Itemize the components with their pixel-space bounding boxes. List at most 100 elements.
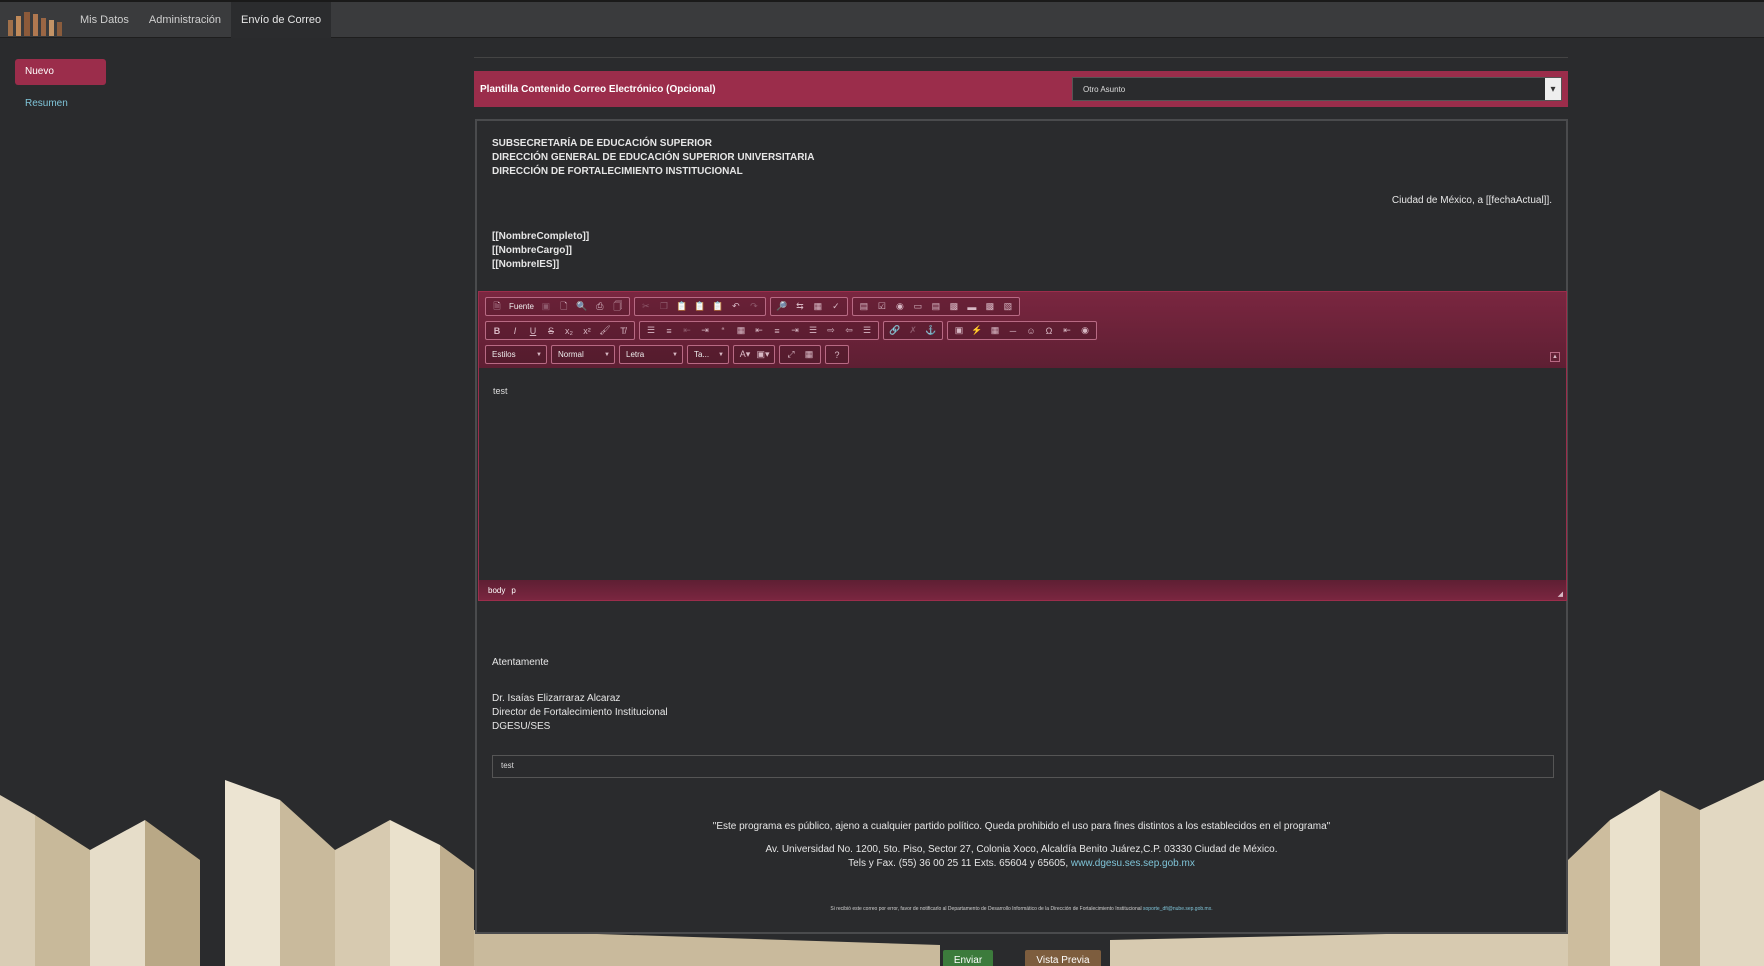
path-element[interactable]: body: [488, 586, 505, 595]
select-field-icon[interactable]: ▩: [945, 298, 963, 315]
sidebar-item-resumen[interactable]: Resumen: [15, 91, 106, 117]
textarea-icon[interactable]: ▤: [927, 298, 945, 315]
underline-icon[interactable]: U: [524, 322, 542, 339]
blockquote-icon[interactable]: “: [714, 322, 732, 339]
nav-envio-correo[interactable]: Envío de Correo: [231, 1, 332, 38]
select-all-icon[interactable]: ▦: [809, 298, 827, 315]
toolbar-group-paragraph: ☰ ≡ ⇤ ⇥ “ ▦ ⇤ ≡ ⇥ ☰ ⇨ ⇦ ☰: [639, 321, 879, 340]
bulleted-list-icon[interactable]: ≡: [660, 322, 678, 339]
checkbox-icon[interactable]: ☑: [873, 298, 891, 315]
align-center-icon[interactable]: ≡: [768, 322, 786, 339]
header-line: DIRECCIÓN DE FORTALECIMIENTO INSTITUCION…: [492, 166, 743, 177]
italic-icon[interactable]: I: [506, 322, 524, 339]
resize-grip-icon[interactable]: ◢: [1558, 590, 1563, 598]
font-button[interactable]: Fuente: [506, 302, 537, 311]
maximize-icon[interactable]: ⤢: [782, 346, 800, 363]
replace-icon[interactable]: ⇆: [791, 298, 809, 315]
justify-icon[interactable]: ☰: [804, 322, 822, 339]
link-icon[interactable]: 🔗: [886, 322, 904, 339]
cut-icon[interactable]: ✂: [637, 298, 655, 315]
hidden-field-icon[interactable]: ▧: [999, 298, 1017, 315]
spellcheck-icon[interactable]: ✓: [827, 298, 845, 315]
header-line: SUBSECRETARÍA DE EDUCACIÓN SUPERIOR: [492, 138, 713, 149]
signature-block: Dr. Isaías Elizarraraz Alcaraz Director …: [492, 692, 668, 734]
show-blocks-icon[interactable]: ▦: [800, 346, 818, 363]
paste-icon[interactable]: 📋: [673, 298, 691, 315]
flash-icon[interactable]: ⚡: [968, 322, 986, 339]
editor-toolbar: 🗎 Fuente ▣ 🗋 🔍 ⎙ 🗍 ✂ ❐ 📋 📋 📋 ↶ ↷ 🔎 ⇆ ▦ ✓…: [479, 292, 1566, 368]
undo-icon[interactable]: ↶: [727, 298, 745, 315]
rtl-icon[interactable]: ⇦: [840, 322, 858, 339]
format-combo[interactable]: Normal ▼: [551, 345, 615, 364]
copy-icon[interactable]: ❐: [655, 298, 673, 315]
copy-format-icon[interactable]: 🖌: [596, 322, 614, 339]
numbered-list-icon[interactable]: ☰: [642, 322, 660, 339]
editor-content[interactable]: test: [479, 368, 1566, 580]
ltr-icon[interactable]: ⇨: [822, 322, 840, 339]
subscript-icon[interactable]: x₂: [560, 322, 578, 339]
special-char-icon[interactable]: Ω: [1040, 322, 1058, 339]
font-combo[interactable]: Letra ▼: [619, 345, 683, 364]
collapse-toolbar-icon[interactable]: ▲: [1550, 352, 1560, 362]
image-button-icon[interactable]: ▩: [981, 298, 999, 315]
find-icon[interactable]: 🔎: [773, 298, 791, 315]
text-color-icon[interactable]: A▾: [736, 346, 754, 363]
paste-text-icon[interactable]: 📋: [691, 298, 709, 315]
nav-administracion[interactable]: Administración: [139, 2, 231, 38]
print-icon[interactable]: ⎙: [591, 298, 609, 315]
size-combo[interactable]: Ta... ▼: [687, 345, 729, 364]
form-icon[interactable]: ▤: [855, 298, 873, 315]
format-combo-label: Normal: [558, 350, 584, 359]
styles-combo-label: Estilos: [492, 350, 516, 359]
support-email-link[interactable]: soporte_dfi@nube.sep.gob.mx.: [1143, 906, 1213, 912]
superscript-icon[interactable]: x²: [578, 322, 596, 339]
unlink-icon[interactable]: ✗: [904, 322, 922, 339]
bold-icon[interactable]: B: [488, 322, 506, 339]
image-icon[interactable]: ▣: [950, 322, 968, 339]
sidebar-item-nuevo[interactable]: Nuevo: [15, 59, 106, 85]
div-icon[interactable]: ▦: [732, 322, 750, 339]
website-link[interactable]: www.dgesu.ses.sep.gob.mx: [1071, 858, 1195, 869]
paste-word-icon[interactable]: 📋: [709, 298, 727, 315]
toolbar-group-tools: ⤢ ▦: [779, 345, 821, 364]
language-icon[interactable]: ☰: [858, 322, 876, 339]
new-page-icon[interactable]: 🗋: [555, 298, 573, 315]
disclaimer-text: "Este programa es público, ajeno a cualq…: [712, 821, 1331, 832]
table-icon[interactable]: ▦: [986, 322, 1004, 339]
align-left-icon[interactable]: ⇤: [750, 322, 768, 339]
align-right-icon[interactable]: ⇥: [786, 322, 804, 339]
chevron-down-icon: ▼: [536, 351, 542, 358]
horizontal-rule-icon[interactable]: ─: [1004, 322, 1022, 339]
signature-line: DGESU/SES: [492, 721, 551, 732]
remove-format-icon[interactable]: T̸: [614, 322, 632, 339]
templates-icon[interactable]: 🗍: [609, 298, 627, 315]
path-element[interactable]: p: [511, 586, 515, 595]
textfield-icon[interactable]: ▭: [909, 298, 927, 315]
source-icon[interactable]: 🗎: [488, 298, 506, 315]
smiley-icon[interactable]: ☺: [1022, 322, 1040, 339]
save-icon[interactable]: ▣: [537, 298, 555, 315]
radio-icon[interactable]: ◉: [891, 298, 909, 315]
help-icon[interactable]: ?: [828, 346, 846, 363]
anchor-icon[interactable]: ⚓: [922, 322, 940, 339]
send-button[interactable]: Enviar: [943, 950, 993, 966]
chevron-down-icon: ▼: [604, 351, 610, 358]
footer-input[interactable]: test: [492, 755, 1554, 778]
styles-combo[interactable]: Estilos ▼: [485, 345, 547, 364]
page-break-icon[interactable]: ⇤: [1058, 322, 1076, 339]
logo[interactable]: [0, 2, 70, 38]
iframe-icon[interactable]: ◉: [1076, 322, 1094, 339]
redo-icon[interactable]: ↷: [745, 298, 763, 315]
nav-mis-datos[interactable]: Mis Datos: [70, 2, 139, 38]
template-select[interactable]: Otro Asunto ▾: [1072, 77, 1562, 101]
button-field-icon[interactable]: ▬: [963, 298, 981, 315]
preview-icon[interactable]: 🔍: [573, 298, 591, 315]
indent-icon[interactable]: ⇥: [696, 322, 714, 339]
strike-icon[interactable]: S: [542, 322, 560, 339]
signature-line: Dr. Isaías Elizarraraz Alcaraz: [492, 693, 621, 704]
preview-button[interactable]: Vista Previa: [1025, 950, 1101, 966]
bg-color-icon[interactable]: ▣▾: [754, 346, 772, 363]
outdent-icon[interactable]: ⇤: [678, 322, 696, 339]
chevron-down-icon[interactable]: ▾: [1545, 78, 1561, 100]
template-selected-value: Otro Asunto: [1083, 84, 1126, 94]
